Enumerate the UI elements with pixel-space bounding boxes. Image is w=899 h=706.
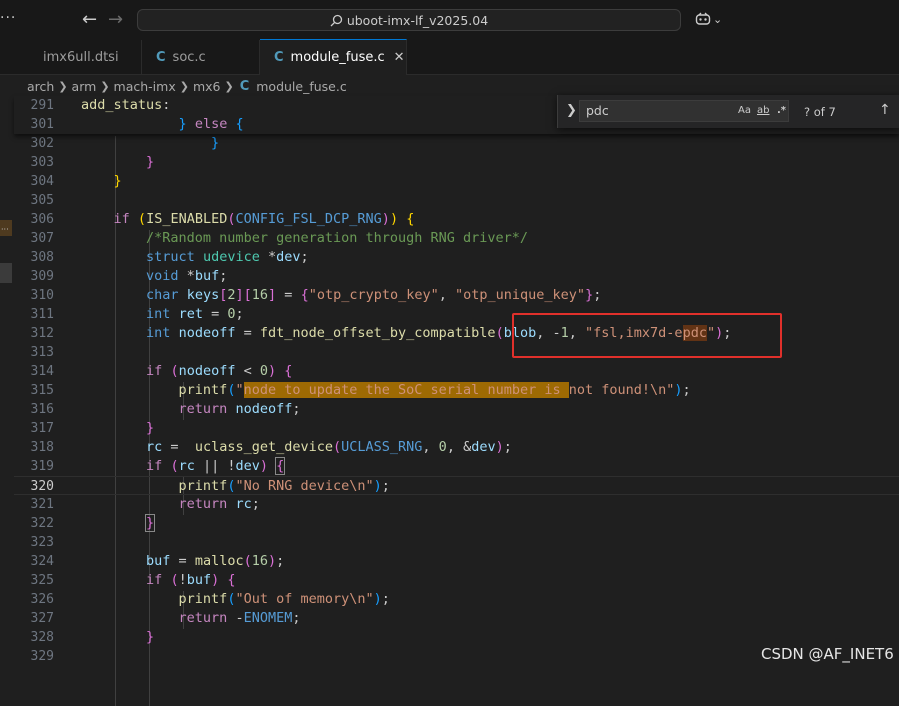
code-line: 318 rc = uclass_get_device(UCLASS_RNG, 0… xyxy=(30,439,512,455)
chevron-right-icon: ❯ xyxy=(224,79,234,93)
code-line: 322 } xyxy=(30,514,156,532)
tab-imx6ull-dtsi[interactable]: imx6ull.dtsi xyxy=(13,40,142,75)
whole-word-icon[interactable]: ab xyxy=(757,105,769,116)
more-icon[interactable]: ··· xyxy=(0,10,16,26)
code-line: 325 if (!buf) { xyxy=(30,572,236,588)
editor-tabs: imx6ull.dtsi C soc.c C module_fuse.c ✕ xyxy=(0,39,899,75)
chevron-right-icon: ❯ xyxy=(58,79,68,93)
code-line: 316 return nodeoff; xyxy=(30,401,301,417)
watermark: CSDN @AF_INET6 xyxy=(761,645,894,663)
code-line: 323 xyxy=(30,535,54,550)
command-center-search[interactable]: uboot-imx-lf_v2025.04 xyxy=(137,9,681,31)
tab-label: soc.c xyxy=(172,50,206,65)
match-case-icon[interactable]: Aa xyxy=(738,105,751,116)
code-line: 307 /*Random number generation through R… xyxy=(30,230,529,246)
code-line: 314 if (nodeoff < 0) { xyxy=(30,363,293,379)
code-line: 315 printf("node to update the SoC seria… xyxy=(30,382,691,398)
search-icon xyxy=(330,14,342,26)
code-line: 319 if (rc || !dev) { xyxy=(30,457,286,475)
code-line: 303 } xyxy=(30,154,155,170)
chevron-down-icon: ⌄ xyxy=(713,12,723,26)
tab-soc-c[interactable]: C soc.c xyxy=(142,40,260,75)
tab-label: imx6ull.dtsi xyxy=(43,50,119,65)
annotation-box xyxy=(512,313,782,358)
activity-indicator xyxy=(0,263,12,283)
chevron-right-icon[interactable]: ❯ xyxy=(566,103,577,118)
c-file-icon: C xyxy=(156,50,166,65)
breadcrumb: arch ❯ arm ❯ mach-imx ❯ mx6 ❯ C module_fuse.… xyxy=(27,77,347,95)
title-bar: ··· ← → uboot-imx-lf_v2025.04 ⌄ xyxy=(0,0,899,40)
tab-label: module_fuse.c xyxy=(290,50,385,65)
code-line: 304 } xyxy=(30,173,122,189)
close-icon[interactable]: ✕ xyxy=(394,50,405,65)
chevron-right-icon: ❯ xyxy=(179,79,189,93)
code-line: 327 return -ENOMEM; xyxy=(30,610,301,626)
copilot-button[interactable]: ⌄ xyxy=(695,12,722,26)
code-line: 324 buf = malloc(16); xyxy=(30,553,285,569)
c-file-icon: C xyxy=(239,78,250,94)
find-widget: ❯ pdc Aa ab .* ? of 7 ↑ xyxy=(557,95,899,128)
back-arrow-icon[interactable]: ← xyxy=(82,9,97,30)
regex-icon[interactable]: .* xyxy=(777,105,786,116)
code-line: 326 printf("Out of memory\n"); xyxy=(30,591,390,607)
code-line: 305 xyxy=(30,193,54,208)
breadcrumb-item[interactable]: arm xyxy=(72,79,97,94)
breadcrumb-item[interactable]: module_fuse.c xyxy=(256,79,346,94)
code-line: 308 struct udevice *dev; xyxy=(30,249,309,265)
code-line: 302 } xyxy=(30,135,220,151)
chevron-right-icon: ❯ xyxy=(100,79,110,93)
breadcrumb-item[interactable]: mx6 xyxy=(193,79,221,94)
arrow-up-icon[interactable]: ↑ xyxy=(879,102,891,118)
copilot-icon xyxy=(695,12,711,25)
window-title: uboot-imx-lf_v2025.04 xyxy=(346,12,489,28)
code-line: 317 } xyxy=(30,420,155,436)
code-line-current: 320 printf("No RNG device\n"); xyxy=(14,476,899,495)
code-line: 306 if (IS_ENABLED(CONFIG_FSL_DCP_RNG)) … xyxy=(30,211,415,227)
code-line: 321 return rc; xyxy=(30,496,260,512)
code-line: 310 char keys[2][16] = {"otp_crypto_key"… xyxy=(30,287,602,303)
breadcrumb-item[interactable]: mach-imx xyxy=(114,79,176,94)
breadcrumb-item[interactable]: arch xyxy=(27,79,54,94)
tab-module-fuse-c[interactable]: C module_fuse.c ✕ xyxy=(260,39,407,75)
more-icon: ··· xyxy=(1,225,9,234)
code-line: 309 void *buf; xyxy=(30,268,228,284)
match-count: ? of 7 xyxy=(804,105,836,119)
forward-arrow-icon[interactable]: → xyxy=(108,9,123,30)
c-file-icon: C xyxy=(274,50,284,65)
